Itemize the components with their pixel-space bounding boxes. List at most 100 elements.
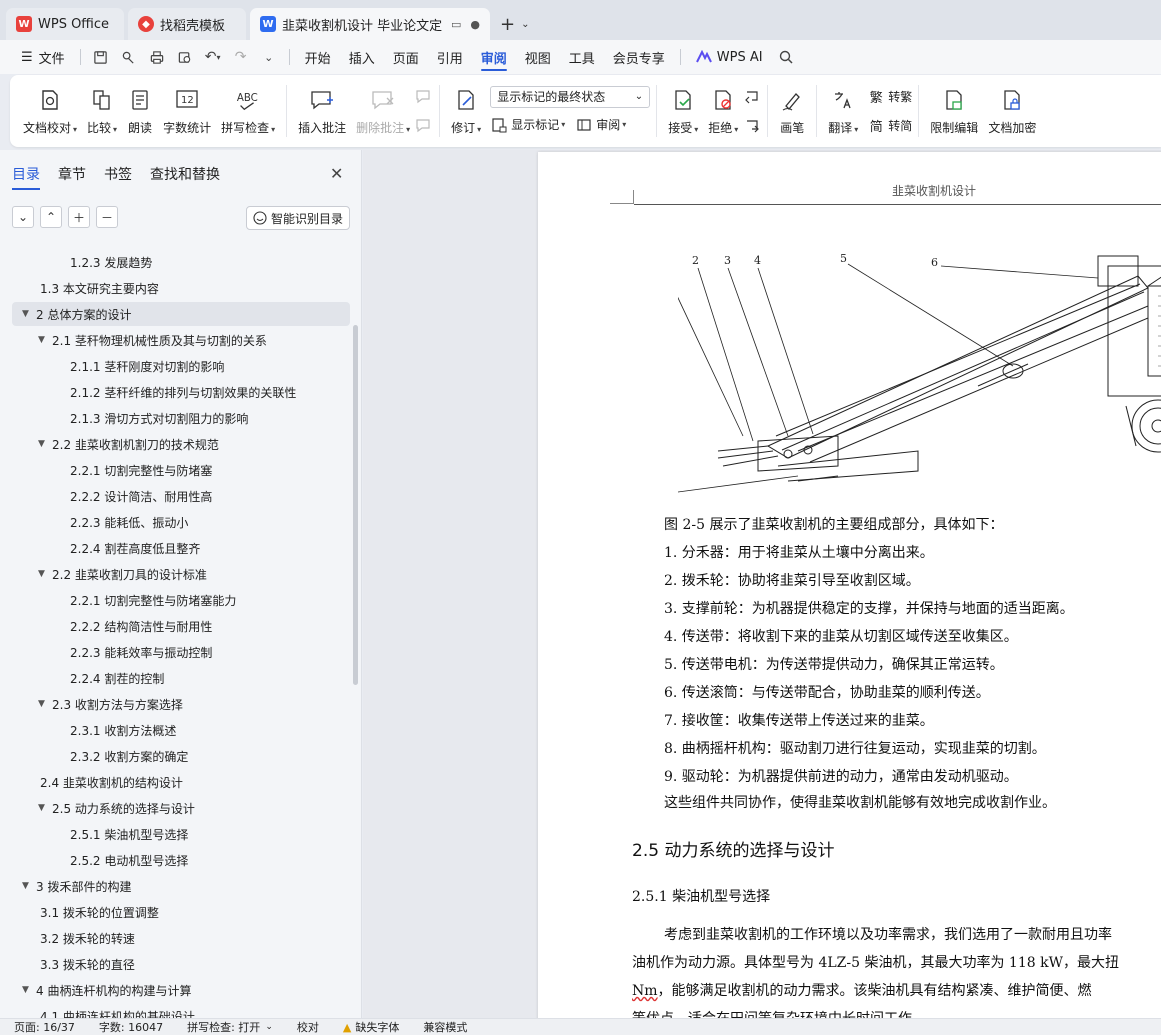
toc-item[interactable]: 2.2.1 切割完整性与防堵塞 (12, 458, 350, 482)
next-comment-icon[interactable] (415, 114, 433, 138)
toc-item[interactable]: 2.1.2 茎秆纤维的排列与切割效果的关联性 (12, 380, 350, 404)
toc-item[interactable]: ▼ 2.2 韭菜收割机割刀的技术规范 (12, 432, 350, 456)
spelling-error-word[interactable]: Nm (632, 983, 658, 999)
prev-comment-icon[interactable] (415, 85, 433, 109)
tab-docer[interactable]: ◆ 找稻壳模板 (128, 8, 246, 40)
toc-item[interactable]: 2.3.2 收割方案的确定 (12, 744, 350, 768)
toc-item[interactable]: 3.2 拨禾轮的转速 (12, 926, 350, 950)
tab-chapters[interactable]: 章节 (58, 164, 86, 190)
insert-comment-button[interactable]: 插入批注 (293, 78, 351, 144)
wps-ai-button[interactable]: WPS AI (687, 40, 772, 74)
word-count-indicator[interactable]: 字数: 16047 (99, 1019, 163, 1035)
redo-icon[interactable]: ↷ (227, 40, 255, 74)
toc-item[interactable]: 2.4 韭菜收割机的结构设计 (12, 770, 350, 794)
toc-item[interactable]: 2.1.1 茎秆刚度对切割的影响 (12, 354, 350, 378)
unsaved-dot-icon[interactable]: ● (464, 18, 480, 31)
menu-references[interactable]: 引用 (428, 40, 472, 74)
toc-item[interactable]: ▼ 2.2 韭菜收割刀具的设计标准 (12, 562, 350, 586)
doc-check-button[interactable]: 文档校对 ▾ (18, 78, 82, 144)
toc-item[interactable]: 2.2.4 割茬高度低且整齐 (12, 536, 350, 560)
tab-find-replace[interactable]: 查找和替换 (150, 164, 220, 190)
close-icon[interactable]: ✕ (330, 164, 343, 183)
toc-item[interactable]: ▼ 2.3 收割方法与方案选择 (12, 692, 350, 716)
tab-toc[interactable]: 目录 (12, 164, 40, 190)
toc-item[interactable]: 2.2.2 结构简洁性与耐用性 (12, 614, 350, 638)
expand-down-icon[interactable]: ⌄ (12, 206, 34, 228)
menu-member[interactable]: 会员专享 (604, 40, 674, 74)
print-icon[interactable] (143, 40, 171, 74)
collapse-up-icon[interactable]: ⌃ (40, 206, 62, 228)
review-pane-button[interactable]: 审阅 ▾ (575, 113, 626, 137)
new-tab-button[interactable]: + ⌄ (494, 8, 535, 40)
next-change-icon[interactable] (743, 114, 761, 138)
show-markup-button[interactable]: 显示标记 ▾ (490, 113, 565, 137)
menu-review[interactable]: 审阅 (472, 40, 516, 74)
ink-button[interactable]: 画笔 (774, 78, 810, 144)
spell-check-button[interactable]: ABC 拼写检查 ▾ (216, 78, 280, 144)
toc-item[interactable]: 2.2.3 能耗低、振动小 (12, 510, 350, 534)
toc-item[interactable]: 2.2.3 能耗效率与振动控制 (12, 640, 350, 664)
expand-arrow-icon[interactable]: ▼ (38, 699, 52, 709)
toc-item[interactable]: ▼ 3 拨禾部件的构建 (12, 874, 350, 898)
expand-arrow-icon[interactable]: ▼ (38, 439, 52, 449)
toc-item[interactable]: 2.2.2 设计简洁、耐用性高 (12, 484, 350, 508)
undo-icon[interactable]: ↶ ▾ (199, 40, 227, 74)
toc-item[interactable]: ▼ 2 总体方案的设计 (12, 302, 350, 326)
toc-scrollbar[interactable] (353, 325, 358, 685)
read-aloud-button[interactable]: 朗读 (122, 78, 158, 144)
menu-insert[interactable]: 插入 (340, 40, 384, 74)
menu-home[interactable]: 开始 (296, 40, 340, 74)
proof-indicator[interactable]: 校对 (297, 1019, 319, 1035)
delete-comment-button[interactable]: 删除批注 ▾ (351, 78, 415, 144)
toc-item[interactable]: ▼ 2.1 茎秆物理机械性质及其与切割的关系 (12, 328, 350, 352)
monitor-icon[interactable]: ▭ (445, 18, 461, 31)
compare-button[interactable]: 比较 ▾ (82, 78, 122, 144)
toc-item[interactable]: 1.2.3 发展趋势 (12, 250, 350, 274)
expand-arrow-icon[interactable]: ▼ (22, 309, 36, 319)
file-menu[interactable]: ☰ 文件 (12, 40, 74, 74)
print-preview-icon[interactable] (171, 40, 199, 74)
markup-mode-select[interactable]: 显示标记的最终状态 ⌄ (490, 85, 651, 108)
menu-tools[interactable]: 工具 (560, 40, 604, 74)
toc-item[interactable]: 2.5.1 柴油机型号选择 (12, 822, 350, 846)
toc-item[interactable]: 1.3 本文研究主要内容 (12, 276, 350, 300)
plus-icon[interactable]: ＋ (68, 206, 90, 228)
tab-wps-office[interactable]: W WPS Office (6, 8, 124, 40)
missing-font-indicator[interactable]: ▲ 缺失字体 (343, 1019, 399, 1035)
expand-arrow-icon[interactable]: ▼ (22, 881, 36, 891)
word-count-button[interactable]: 12 字数统计 (158, 78, 216, 144)
encrypt-button[interactable]: 文档加密 (983, 78, 1041, 144)
tab-document[interactable]: W 韭菜收割机设计 毕业论文定稿 ▭ ● (250, 8, 490, 40)
toc-item[interactable]: 2.1.3 滑切方式对切割阻力的影响 (12, 406, 350, 430)
expand-arrow-icon[interactable]: ▼ (38, 803, 52, 813)
ai-toc-button[interactable]: 智能识别目录 (246, 206, 350, 230)
restrict-edit-button[interactable]: 限制编辑 (925, 78, 983, 144)
page-indicator[interactable]: 页面: 16/37 (14, 1019, 75, 1035)
chevron-down-icon[interactable]: ⌄ (521, 19, 529, 30)
expand-arrow-icon[interactable]: ▼ (38, 569, 52, 579)
menu-view[interactable]: 视图 (516, 40, 560, 74)
toc-item[interactable]: 4.1 曲柄连杆机构的基础设计 (12, 1004, 350, 1019)
revise-button[interactable]: 修订 ▾ (446, 78, 486, 144)
chevron-down-icon[interactable]: ⌄ (255, 40, 283, 74)
reject-button[interactable]: 拒绝 ▾ (703, 78, 743, 144)
to-simplified-button[interactable]: 简转简 (867, 114, 913, 138)
toc-item[interactable]: ▼ 4 曲柄连杆机构的构建与计算 (12, 978, 350, 1002)
expand-arrow-icon[interactable]: ▼ (22, 985, 36, 995)
accept-button[interactable]: 接受 ▾ (663, 78, 703, 144)
spell-check-status[interactable]: 拼写检查: 打开 ⌄ (187, 1019, 273, 1035)
minus-icon[interactable]: － (96, 206, 118, 228)
toc-item[interactable]: 2.5.2 电动机型号选择 (12, 848, 350, 872)
translate-button[interactable]: 翻译 ▾ (823, 78, 863, 144)
menu-page[interactable]: 页面 (384, 40, 428, 74)
tab-bookmarks[interactable]: 书签 (104, 164, 132, 190)
expand-arrow-icon[interactable]: ▼ (38, 335, 52, 345)
prev-change-icon[interactable] (743, 85, 761, 109)
toc-item[interactable]: 2.3.1 收割方法概述 (12, 718, 350, 742)
save-icon[interactable] (87, 40, 115, 74)
share-icon[interactable] (115, 40, 143, 74)
search-icon[interactable] (772, 40, 800, 74)
toc-item[interactable]: 2.2.4 割茬的控制 (12, 666, 350, 690)
to-traditional-button[interactable]: 繁转繁 (867, 85, 913, 109)
toc-item[interactable]: ▼ 2.5 动力系统的选择与设计 (12, 796, 350, 820)
